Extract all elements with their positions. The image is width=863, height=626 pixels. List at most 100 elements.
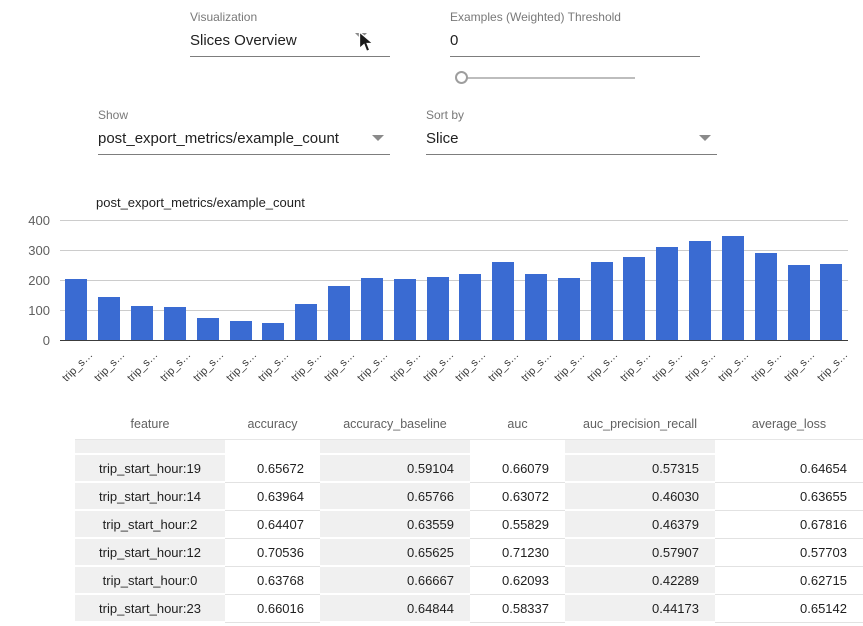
show-select[interactable]: Show post_export_metrics/example_count [98,108,390,155]
metric-cell[interactable]: 0.65625 [320,539,470,567]
chevron-down-icon[interactable] [372,135,384,141]
bar[interactable] [459,274,481,341]
feature-cell[interactable]: trip_start_hour:2 [75,511,225,539]
bar[interactable] [427,277,449,342]
bar[interactable] [492,262,514,342]
metric-cell[interactable]: 0.66079 [470,455,565,483]
bar[interactable] [230,321,252,341]
bar[interactable] [788,265,810,342]
bar[interactable] [262,323,284,341]
bar[interactable] [591,262,613,341]
bar[interactable] [394,279,416,341]
bar[interactable] [295,304,317,341]
column-header[interactable]: feature [75,402,225,440]
table-header-row: featureaccuracyaccuracy_baselineaucauc_p… [75,402,863,440]
column-header[interactable]: accuracy [225,402,320,440]
x-tick-label: trip_s… [125,349,160,384]
feature-cell[interactable]: trip_start_hour:12 [75,539,225,567]
x-label-slot: trip_s… [749,345,782,393]
slices-bar-chart: post_export_metrics/example_count 010020… [0,188,863,400]
metric-cell[interactable]: 0.66016 [225,595,320,623]
bar[interactable] [623,257,645,341]
feature-cell[interactable]: trip_start_hour:0 [75,567,225,595]
bar[interactable] [558,278,580,341]
metric-cell[interactable]: 0.70536 [225,539,320,567]
bar[interactable] [722,236,744,341]
metric-cell[interactable]: 0.65672 [225,455,320,483]
bar[interactable] [328,286,350,341]
show-value[interactable]: post_export_metrics/example_count [98,129,390,155]
bar[interactable] [820,264,842,341]
metric-cell[interactable]: 0.63072 [470,483,565,511]
bar[interactable] [361,278,383,341]
visualization-label: Visualization [190,10,390,24]
metrics-table-wrap: featureaccuracyaccuracy_baselineaucauc_p… [75,402,863,623]
x-tick-label: trip_s… [585,349,620,384]
x-label-slot: trip_s… [487,345,520,393]
metric-cell[interactable]: 0.66667 [320,567,470,595]
bar[interactable] [689,241,711,341]
metric-cell[interactable]: 0.67816 [715,511,863,539]
x-tick-label: trip_s… [815,349,850,384]
filter-cell [225,440,320,455]
table-row[interactable]: trip_start_hour:140.639640.657660.630720… [75,483,863,511]
sort-by-select[interactable]: Sort by Slice [426,108,717,155]
bar[interactable] [755,253,777,341]
metric-cell[interactable]: 0.62715 [715,567,863,595]
feature-cell[interactable]: trip_start_hour:14 [75,483,225,511]
table-row[interactable]: trip_start_hour:120.705360.656250.712300… [75,539,863,567]
metric-cell[interactable]: 0.64654 [715,455,863,483]
slider-track[interactable] [459,77,635,79]
metric-cell[interactable]: 0.64844 [320,595,470,623]
x-tick-label: trip_s… [355,349,390,384]
table-row[interactable]: trip_start_hour:230.660160.648440.583370… [75,595,863,623]
metric-cell[interactable]: 0.57907 [565,539,715,567]
metric-cell[interactable]: 0.62093 [470,567,565,595]
column-header[interactable]: auc_precision_recall [565,402,715,440]
metric-cell[interactable]: 0.63768 [225,567,320,595]
column-header[interactable]: average_loss [715,402,863,440]
metric-cell[interactable]: 0.64407 [225,511,320,539]
table-row[interactable]: trip_start_hour:00.637680.666670.620930.… [75,567,863,595]
bar[interactable] [525,274,547,341]
metric-cell[interactable]: 0.63964 [225,483,320,511]
metric-cell[interactable]: 0.42289 [565,567,715,595]
bar[interactable] [656,247,678,341]
chevron-down-icon[interactable] [699,135,711,141]
metric-cell[interactable]: 0.57703 [715,539,863,567]
metric-cell[interactable]: 0.46030 [565,483,715,511]
bar[interactable] [197,318,219,341]
metric-cell[interactable]: 0.71230 [470,539,565,567]
metric-cell[interactable]: 0.63655 [715,483,863,511]
feature-cell[interactable]: trip_start_hour:19 [75,455,225,483]
table-row[interactable]: trip_start_hour:20.644070.635590.558290.… [75,511,863,539]
threshold-input[interactable]: 0 [450,31,700,57]
x-label-slot: trip_s… [388,345,421,393]
bar[interactable] [131,306,153,341]
threshold-slider[interactable] [455,69,635,87]
x-axis-baseline [60,340,848,341]
metric-cell[interactable]: 0.46379 [565,511,715,539]
column-header[interactable]: auc [470,402,565,440]
metric-cell[interactable]: 0.55829 [470,511,565,539]
column-header[interactable]: accuracy_baseline [320,402,470,440]
bar[interactable] [98,297,120,341]
y-tick-label: 0 [0,333,50,348]
table-row[interactable]: trip_start_hour:190.656720.591040.660790… [75,455,863,483]
filter-cell [470,440,565,455]
feature-cell[interactable]: trip_start_hour:23 [75,595,225,623]
chart-legend: post_export_metrics/example_count [62,194,305,210]
x-tick-label: trip_s… [716,349,751,384]
slider-thumb[interactable] [455,71,468,84]
metric-cell[interactable]: 0.65766 [320,483,470,511]
sort-by-value[interactable]: Slice [426,129,717,155]
bar[interactable] [164,307,186,341]
metric-cell[interactable]: 0.44173 [565,595,715,623]
metric-cell[interactable]: 0.63559 [320,511,470,539]
bar[interactable] [65,279,87,341]
x-label-slot: trip_s… [290,345,323,393]
metric-cell[interactable]: 0.59104 [320,455,470,483]
metric-cell[interactable]: 0.65142 [715,595,863,623]
metric-cell[interactable]: 0.57315 [565,455,715,483]
metric-cell[interactable]: 0.58337 [470,595,565,623]
